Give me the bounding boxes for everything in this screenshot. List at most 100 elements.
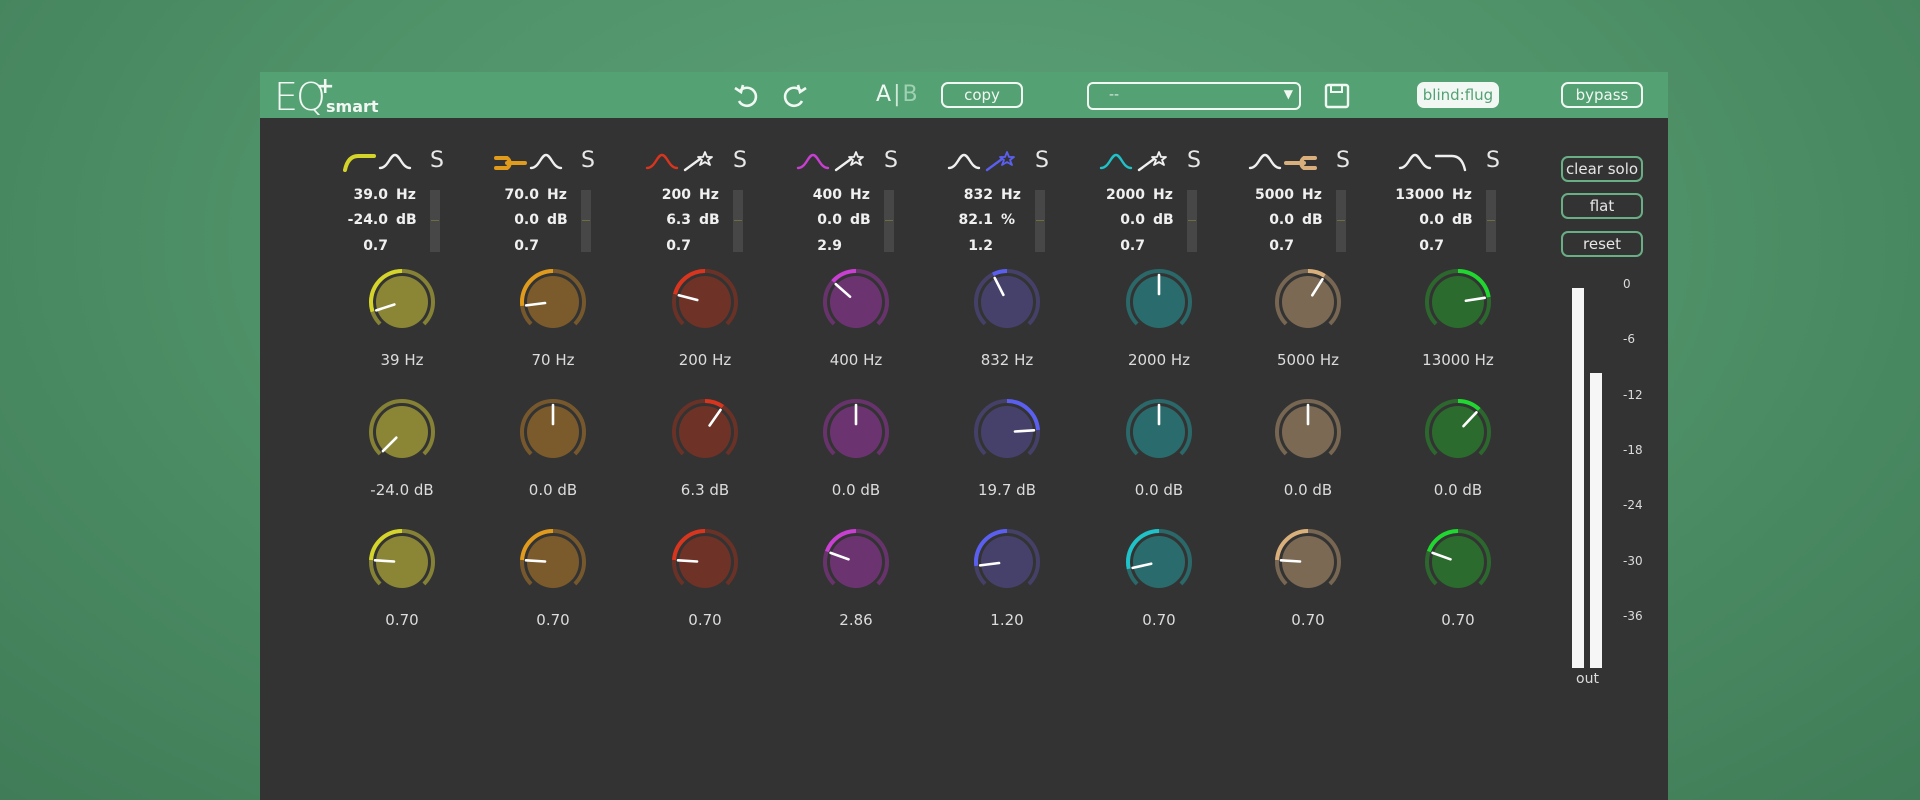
param-value[interactable]: 1.2: [935, 238, 993, 254]
magic-wand-icon[interactable]: [681, 150, 715, 172]
ab-b[interactable]: B: [902, 82, 917, 107]
solo-button[interactable]: S: [733, 148, 747, 173]
param-value[interactable]: 2000: [1087, 187, 1145, 203]
meter-scale-tick: -24: [1623, 498, 1643, 513]
q-knob-label: 0.70: [1291, 611, 1325, 629]
output-level-bar: [1590, 373, 1602, 668]
frequency-knob[interactable]: [1423, 267, 1493, 337]
param-unit: dB: [1302, 212, 1323, 228]
param-value[interactable]: 0.0: [1087, 212, 1145, 228]
param-value[interactable]: 0.0: [481, 212, 539, 228]
frequency-knob-label: 200 Hz: [678, 351, 732, 369]
q-knob[interactable]: [1124, 527, 1194, 597]
bypass-button[interactable]: bypass: [1561, 82, 1643, 108]
param-value[interactable]: 0.7: [1236, 238, 1294, 254]
q-knob-label: 2.86: [839, 611, 873, 629]
q-knob[interactable]: [1273, 527, 1343, 597]
q-knob[interactable]: [670, 527, 740, 597]
q-knob-label: 0.70: [1142, 611, 1176, 629]
gain-knob[interactable]: [1124, 397, 1194, 467]
bell-filter-icon[interactable]: [947, 150, 981, 172]
bell-filter-icon[interactable]: [796, 150, 830, 172]
param-value[interactable]: 0.0: [784, 212, 842, 228]
param-value[interactable]: 400: [784, 187, 842, 203]
param-value[interactable]: 6.3: [633, 212, 691, 228]
frequency-knob-label: 5000 Hz: [1276, 351, 1340, 369]
solo-button[interactable]: S: [430, 148, 444, 173]
meter-scale-tick: -18: [1623, 442, 1643, 457]
magic-wand-icon[interactable]: [832, 150, 866, 172]
param-value[interactable]: 832: [935, 187, 993, 203]
frequency-knob[interactable]: [1124, 267, 1194, 337]
param-value[interactable]: 2.9: [784, 238, 842, 254]
q-knob[interactable]: [972, 527, 1042, 597]
param-unit: dB: [850, 212, 871, 228]
eq-band-6: S 2000 Hz 0.0 dB 0.7 2000 Hz 0.0 dB 0.70: [1087, 72, 1201, 732]
high-cut-filter-icon[interactable]: [1434, 150, 1468, 172]
gain-knob[interactable]: [1273, 397, 1343, 467]
bell-filter-icon[interactable]: [1398, 150, 1432, 172]
q-knob-label: 1.20: [990, 611, 1024, 629]
flat-button[interactable]: flat: [1561, 193, 1643, 219]
frequency-knob[interactable]: [518, 267, 588, 337]
magic-wand-icon[interactable]: [983, 150, 1017, 172]
low-cut-filter-icon[interactable]: [342, 150, 376, 172]
gain-knob[interactable]: [518, 397, 588, 467]
reset-button[interactable]: reset: [1561, 231, 1643, 257]
solo-button[interactable]: S: [581, 148, 595, 173]
q-knob[interactable]: [1423, 527, 1493, 597]
param-value[interactable]: 0.7: [481, 238, 539, 254]
frequency-knob[interactable]: [670, 267, 740, 337]
param-value[interactable]: 0.7: [1087, 238, 1145, 254]
band-meter: [1336, 190, 1346, 252]
solo-button[interactable]: S: [1187, 148, 1201, 173]
param-value[interactable]: 13000: [1386, 187, 1444, 203]
frequency-knob-label: 400 Hz: [829, 351, 883, 369]
clear-solo-button[interactable]: clear solo: [1561, 156, 1643, 182]
solo-button[interactable]: S: [1035, 148, 1049, 173]
param-value[interactable]: 82.1: [935, 212, 993, 228]
bell-filter-icon[interactable]: [1099, 150, 1133, 172]
param-value[interactable]: 0.7: [633, 238, 691, 254]
frequency-knob[interactable]: [367, 267, 437, 337]
solo-button[interactable]: S: [1336, 148, 1350, 173]
param-value[interactable]: 0.7: [1386, 238, 1444, 254]
bell-filter-icon[interactable]: [529, 150, 563, 172]
bell-filter-icon[interactable]: [1248, 150, 1282, 172]
bell-filter-icon[interactable]: [645, 150, 679, 172]
param-value[interactable]: 0.7: [330, 238, 388, 254]
q-knob[interactable]: [821, 527, 891, 597]
low-shelf-filter-icon[interactable]: [493, 150, 527, 172]
param-unit: dB: [699, 212, 720, 228]
param-value[interactable]: 0.0: [1236, 212, 1294, 228]
param-unit: Hz: [699, 187, 719, 203]
gain-knob-label: -24.0 dB: [370, 481, 434, 499]
q-knob-label: 0.70: [1441, 611, 1475, 629]
magic-wand-icon[interactable]: [1135, 150, 1169, 172]
gain-knob[interactable]: [821, 397, 891, 467]
band-meter: [733, 190, 743, 252]
gain-knob[interactable]: [670, 397, 740, 467]
gain-knob[interactable]: [367, 397, 437, 467]
solo-button[interactable]: S: [1486, 148, 1500, 173]
frequency-knob[interactable]: [821, 267, 891, 337]
param-unit: dB: [396, 212, 417, 228]
frequency-knob[interactable]: [1273, 267, 1343, 337]
frequency-knob[interactable]: [972, 267, 1042, 337]
gain-knob[interactable]: [1423, 397, 1493, 467]
q-knob[interactable]: [367, 527, 437, 597]
param-value[interactable]: 39.0: [330, 187, 388, 203]
param-value[interactable]: 0.0: [1386, 212, 1444, 228]
eq-plugin-window: EQ + smart A|B copy -- ▼ blind:flug bypa…: [260, 72, 1668, 800]
q-knob[interactable]: [518, 527, 588, 597]
param-value[interactable]: 200: [633, 187, 691, 203]
param-value[interactable]: 70.0: [481, 187, 539, 203]
gain-knob-label: 6.3 dB: [680, 481, 730, 499]
param-value[interactable]: 5000: [1236, 187, 1294, 203]
high-shelf-filter-icon[interactable]: [1284, 150, 1318, 172]
out-label: out: [1576, 671, 1599, 687]
gain-knob[interactable]: [972, 397, 1042, 467]
bell-filter-icon[interactable]: [378, 150, 412, 172]
solo-button[interactable]: S: [884, 148, 898, 173]
param-value[interactable]: -24.0: [330, 212, 388, 228]
